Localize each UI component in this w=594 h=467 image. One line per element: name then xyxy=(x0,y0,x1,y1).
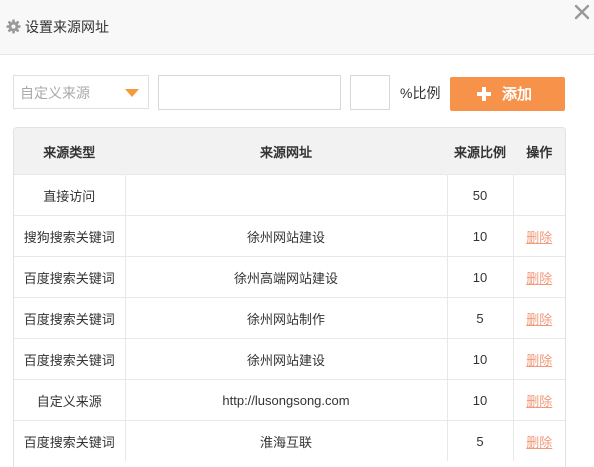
plus-icon xyxy=(477,87,491,101)
dialog-header: 设置来源网址 xyxy=(0,0,594,55)
cell-action: 删除 xyxy=(513,379,565,421)
column-header-source-url: 来源网址 xyxy=(125,128,448,175)
delete-link[interactable]: 删除 xyxy=(526,312,552,327)
cell-source-url: http://lusongsong.com xyxy=(125,379,448,421)
delete-link[interactable]: 删除 xyxy=(526,394,552,409)
column-header-ratio: 来源比例 xyxy=(447,128,514,175)
column-header-source-type: 来源类型 xyxy=(14,128,126,175)
cell-action: 删除 xyxy=(513,256,565,298)
delete-link[interactable]: 删除 xyxy=(526,271,552,286)
cell-ratio: 10 xyxy=(447,256,514,298)
dialog-title: 设置来源网址 xyxy=(25,19,109,35)
add-source-form: 自定义来源 %比例 添加 xyxy=(0,75,594,111)
source-table: 来源类型 来源网址 来源比例 操作 直接访问 50 搜狗搜索关键词 徐州网站建设… xyxy=(13,127,566,467)
source-url-dialog: 设置来源网址 自定义来源 %比例 添加 来源类型 来源网址 来源比例 操作 直接… xyxy=(0,0,594,467)
table-row: 百度搜索关键词 淮海互联 5 删除 xyxy=(14,420,565,461)
delete-link[interactable]: 删除 xyxy=(526,353,552,368)
cell-ratio: 10 xyxy=(447,379,514,421)
cell-action: 删除 xyxy=(513,338,565,380)
cell-source-type: 百度搜索关键词 xyxy=(14,420,126,461)
cell-source-url: 徐州高端网站建设 xyxy=(125,256,448,298)
cell-source-url: 徐州网站制作 xyxy=(125,297,448,339)
cell-source-url: 淮海互联 xyxy=(125,420,448,461)
cell-ratio: 10 xyxy=(447,215,514,257)
cell-source-type: 自定义来源 xyxy=(14,379,126,421)
table-row: 百度搜索关键词 徐州网站建设 10 删除 xyxy=(14,338,565,380)
cell-source-url: 徐州网站建设 xyxy=(125,215,448,257)
source-type-select[interactable]: 自定义来源 xyxy=(13,75,149,109)
table-row: 自定义来源 http://lusongsong.com 10 删除 xyxy=(14,379,565,421)
table-row: 百度搜索关键词 徐州高端网站建设 10 删除 xyxy=(14,256,565,298)
cell-ratio: 10 xyxy=(447,338,514,380)
add-button-label: 添加 xyxy=(502,86,533,103)
delete-link[interactable]: 删除 xyxy=(526,435,552,450)
cell-source-type: 百度搜索关键词 xyxy=(14,338,126,380)
cell-ratio: 50 xyxy=(447,174,514,216)
delete-link[interactable]: 删除 xyxy=(526,230,552,245)
ratio-percent-label: %比例 xyxy=(400,85,441,101)
cell-source-url: 徐州网站建设 xyxy=(125,338,448,380)
cell-source-url xyxy=(125,174,448,216)
source-url-input[interactable] xyxy=(158,75,341,110)
ratio-input[interactable] xyxy=(350,75,390,110)
table-row: 搜狗搜索关键词 徐州网站建设 10 删除 xyxy=(14,215,565,257)
cell-source-type: 百度搜索关键词 xyxy=(14,256,126,298)
gear-icon xyxy=(6,19,21,34)
cell-action: 删除 xyxy=(513,420,565,461)
cell-source-type: 搜狗搜索关键词 xyxy=(14,215,126,257)
column-header-action: 操作 xyxy=(513,128,565,175)
cell-ratio: 5 xyxy=(447,297,514,339)
close-icon[interactable] xyxy=(573,3,591,21)
add-button[interactable]: 添加 xyxy=(450,77,565,111)
source-type-selected-value: 自定义来源 xyxy=(20,85,90,101)
cell-source-type: 百度搜索关键词 xyxy=(14,297,126,339)
table-header-row: 来源类型 来源网址 来源比例 操作 xyxy=(14,128,565,175)
cell-ratio: 5 xyxy=(447,420,514,461)
table-row: 百度搜索关键词 徐州网站制作 5 删除 xyxy=(14,297,565,339)
dropdown-arrow-icon xyxy=(125,89,139,97)
cell-action: 删除 xyxy=(513,297,565,339)
cell-source-type: 直接访问 xyxy=(14,174,126,216)
cell-action xyxy=(513,174,565,216)
table-row: 直接访问 50 xyxy=(14,174,565,216)
cell-action: 删除 xyxy=(513,215,565,257)
